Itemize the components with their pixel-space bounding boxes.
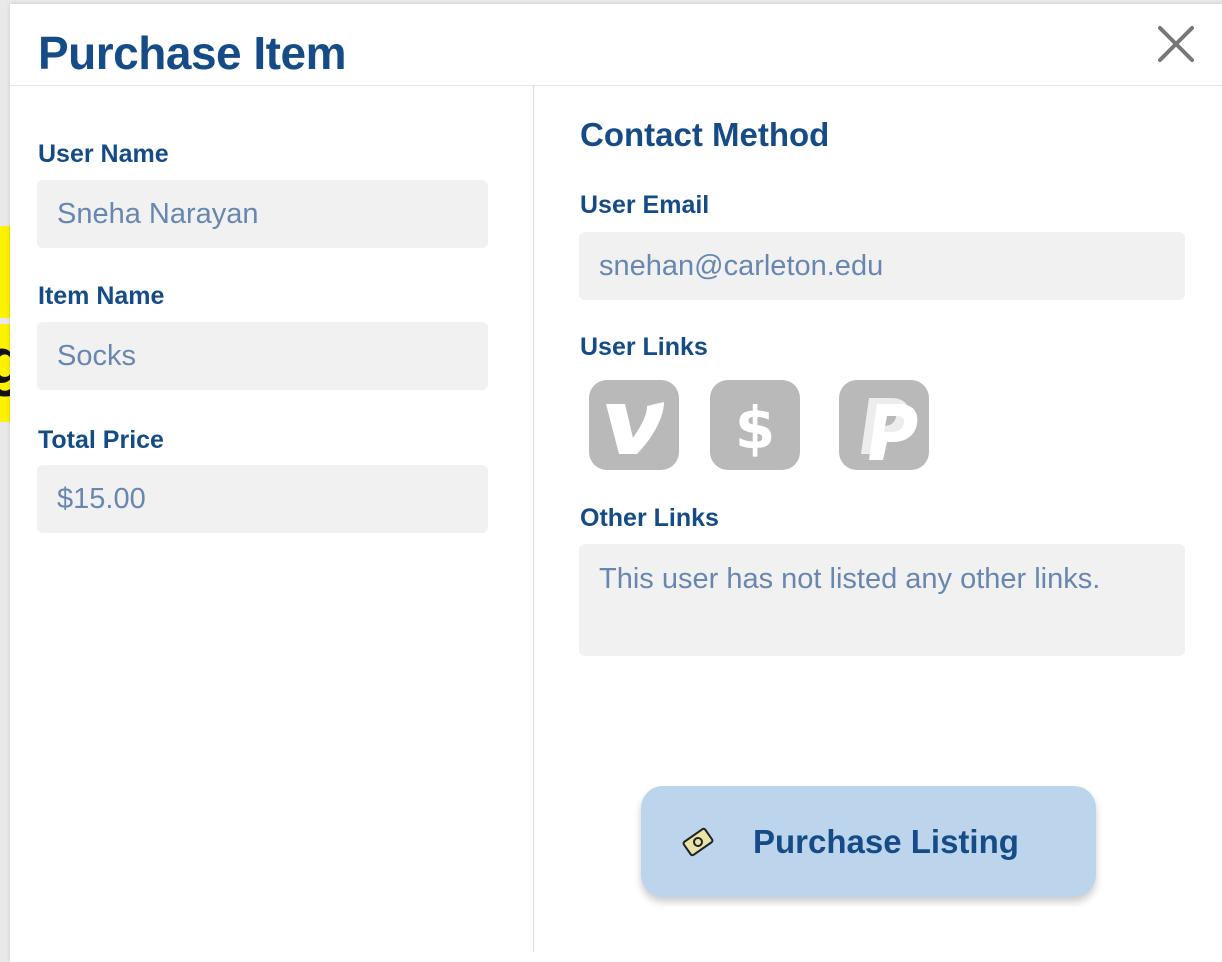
total-price-label: Total Price (38, 426, 164, 454)
cash-app-icon: $ (735, 394, 775, 462)
user-links-label: User Links (580, 333, 708, 361)
other-links-value: This user has not listed any other links… (599, 563, 1101, 595)
total-price-field[interactable]: $15.00 (37, 465, 488, 533)
user-name-label: User Name (38, 140, 169, 168)
column-divider (533, 86, 534, 952)
venmo-icon (606, 402, 664, 454)
other-links-label: Other Links (580, 504, 719, 532)
item-name-field[interactable]: Socks (37, 322, 488, 390)
purchase-item-modal: Purchase Item User Name Sneha Narayan It… (10, 4, 1222, 962)
cash-app-link[interactable]: $ (710, 380, 800, 470)
venmo-link[interactable] (589, 380, 679, 470)
other-links-field[interactable]: This user has not listed any other links… (579, 544, 1185, 656)
purchase-listing-label: Purchase Listing (753, 822, 1019, 860)
svg-text:$: $ (735, 394, 775, 462)
paypal-link[interactable] (839, 380, 929, 470)
close-icon (1158, 26, 1194, 62)
contact-method-title: Contact Method (580, 116, 830, 153)
user-email-field[interactable]: snehan@carleton.edu (579, 232, 1185, 300)
close-button[interactable] (1156, 24, 1196, 64)
paypal-icon (861, 398, 918, 460)
item-name-value: Socks (57, 339, 136, 372)
modal-title: Purchase Item (38, 27, 346, 79)
user-name-value: Sneha Narayan (57, 197, 259, 230)
user-name-field[interactable]: Sneha Narayan (37, 180, 488, 248)
user-email-value: snehan@carleton.edu (599, 249, 884, 282)
total-price-value: $15.00 (57, 482, 146, 515)
user-email-label: User Email (580, 191, 710, 219)
modal-header: Purchase Item (10, 4, 1222, 86)
money-icon (682, 827, 714, 856)
item-name-label: Item Name (38, 282, 165, 310)
purchase-listing-button[interactable]: Purchase Listing (641, 786, 1096, 897)
